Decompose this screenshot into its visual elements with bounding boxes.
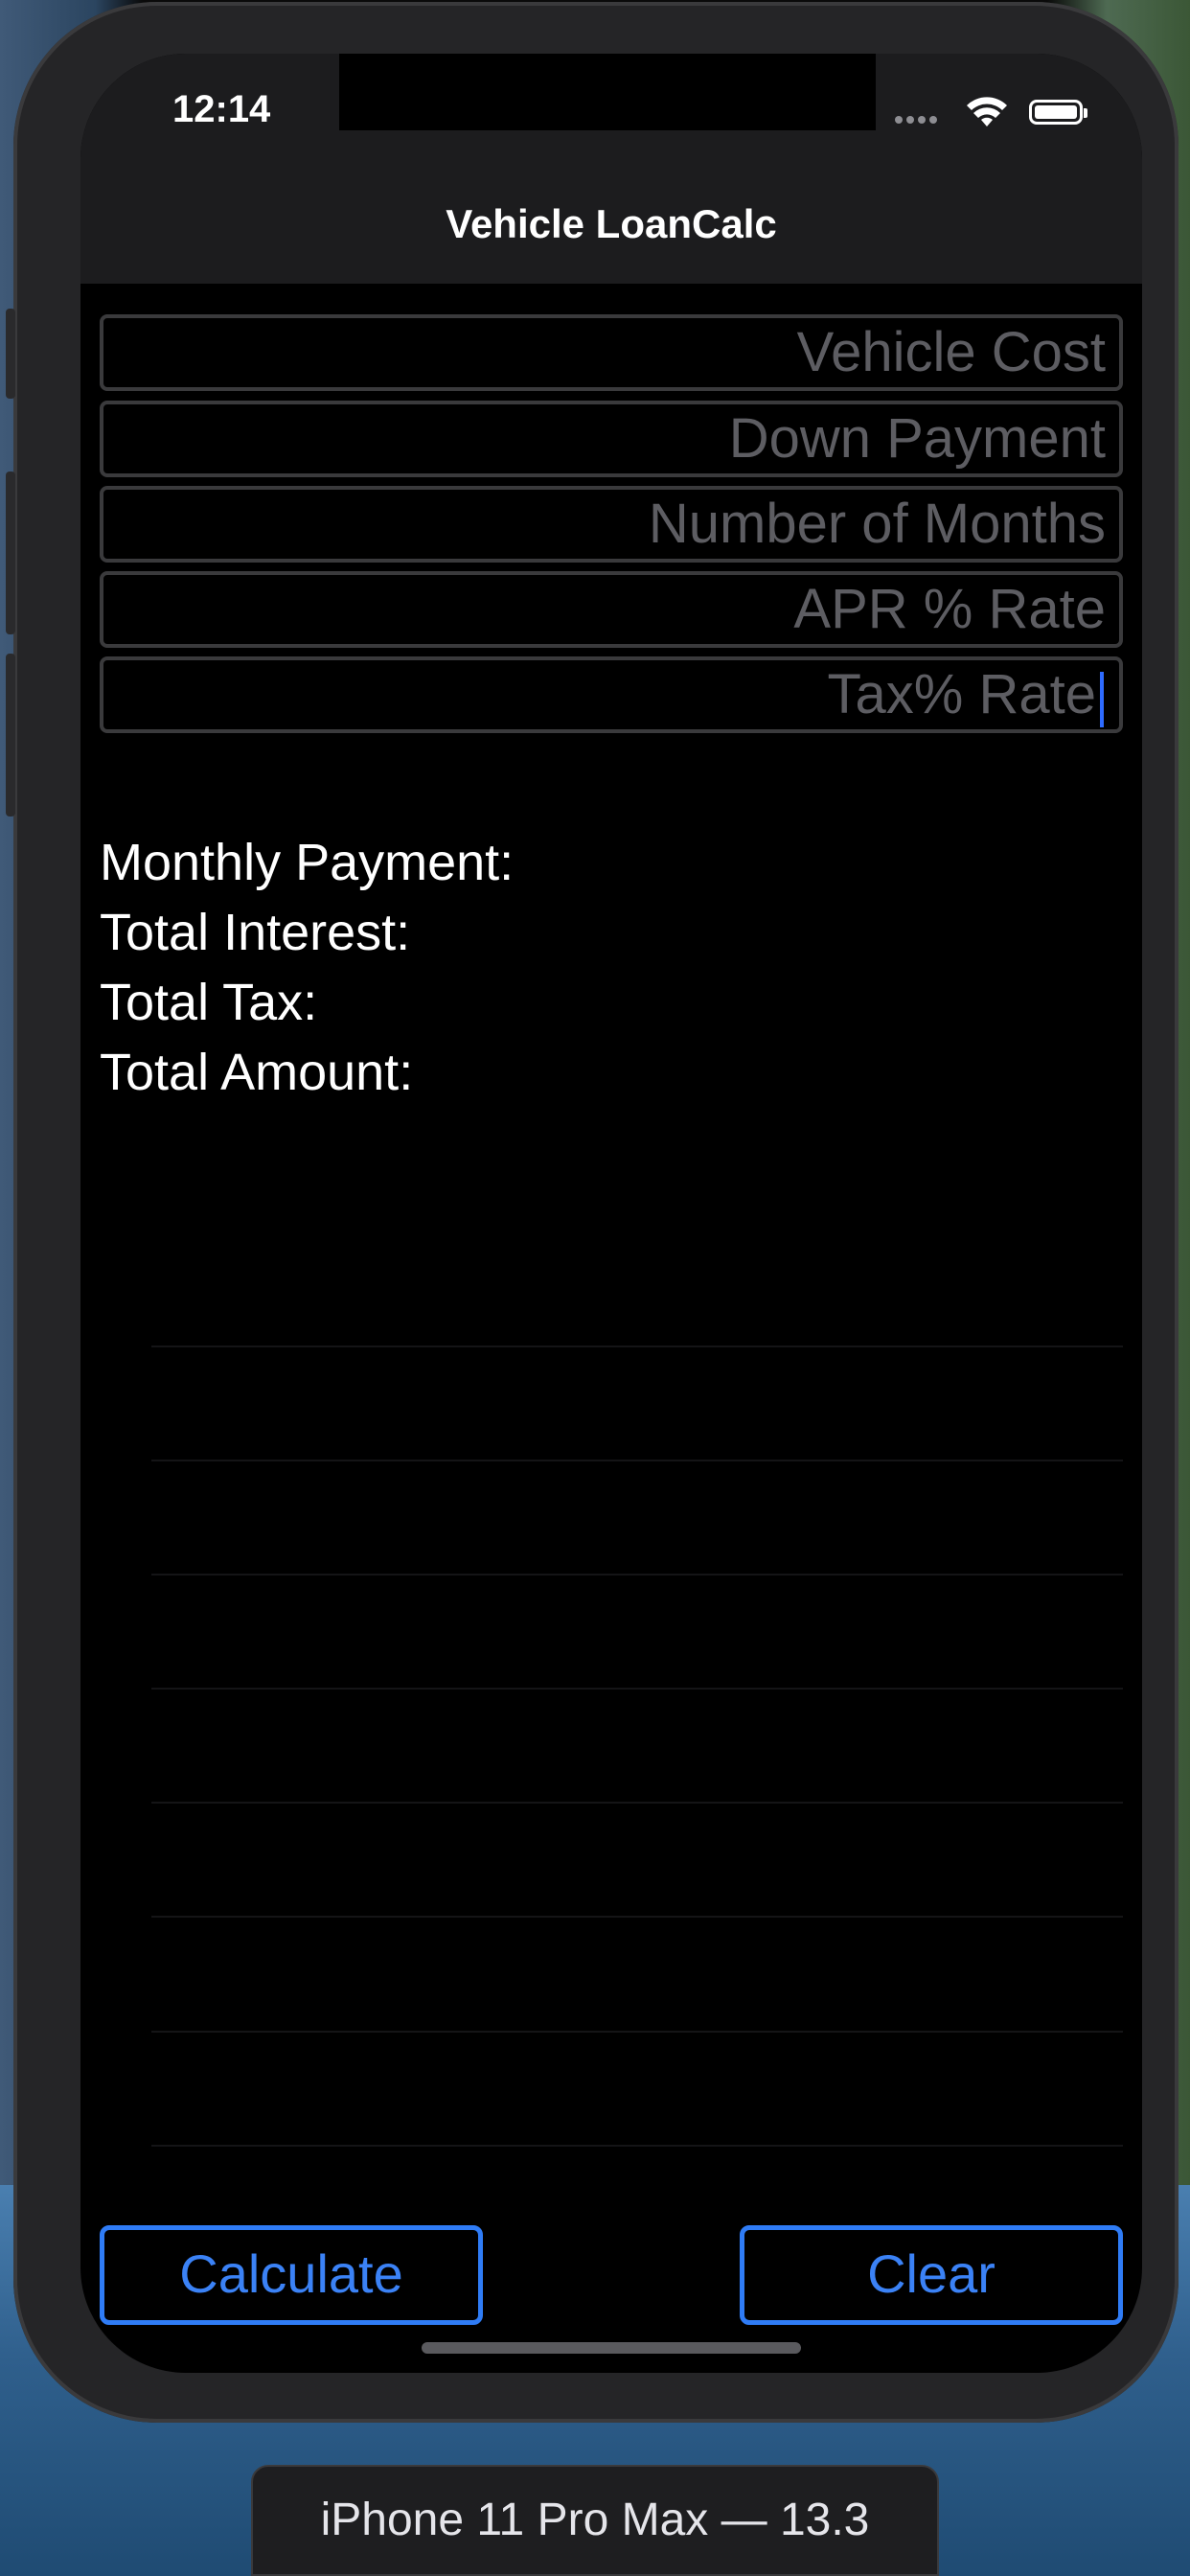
app-screen: 12:14 Vehicle LoanCalc Vehicle Cost Down… [80, 54, 1142, 2373]
volume-down-button [6, 654, 15, 816]
notch [339, 54, 876, 130]
table-separator [151, 2031, 1123, 2033]
ringer-switch [6, 309, 15, 399]
number-of-months-field[interactable]: Number of Months [100, 486, 1123, 563]
wifi-icon [967, 97, 1007, 126]
number-of-months-placeholder: Number of Months [648, 493, 1106, 555]
page-title: Vehicle LoanCalc [446, 201, 777, 246]
cellular-signal-icon [891, 111, 937, 128]
table-separator [151, 2145, 1123, 2147]
tax-rate-field[interactable]: Tax% Rate [100, 656, 1123, 733]
total-tax-label: Total Tax: [100, 974, 318, 1031]
phone-frame: 12:14 Vehicle LoanCalc Vehicle Cost Down… [6, 2, 1179, 2423]
tax-rate-placeholder: Tax% Rate [827, 663, 1096, 725]
battery-icon [1029, 100, 1087, 125]
table-separator [151, 1574, 1123, 1576]
total-interest-label: Total Interest: [100, 904, 411, 961]
total-amount-label: Total Amount: [100, 1044, 414, 1101]
navigation-bar: 12:14 Vehicle LoanCalc [80, 54, 1142, 284]
home-indicator[interactable] [422, 2342, 801, 2354]
monthly-payment-label: Monthly Payment: [100, 834, 515, 891]
table-separator [151, 1802, 1123, 1804]
apr-rate-placeholder: APR % Rate [793, 578, 1106, 640]
table-separator [151, 1688, 1123, 1690]
status-time: 12:14 [172, 88, 271, 130]
table-separator [151, 1346, 1123, 1347]
table-separator [151, 1460, 1123, 1461]
down-payment-field[interactable]: Down Payment [100, 401, 1123, 477]
down-payment-placeholder: Down Payment [728, 407, 1106, 470]
text-cursor [1100, 672, 1104, 727]
clear-button[interactable]: Clear [740, 2225, 1123, 2325]
vehicle-cost-field[interactable]: Vehicle Cost [100, 314, 1123, 391]
simulator-device-label: iPhone 11 Pro Max — 13.3 [251, 2465, 939, 2576]
table-separator [151, 1916, 1123, 1918]
vehicle-cost-placeholder: Vehicle Cost [796, 321, 1106, 383]
calculate-button[interactable]: Calculate [100, 2225, 483, 2325]
apr-rate-field[interactable]: APR % Rate [100, 571, 1123, 648]
volume-up-button [6, 472, 15, 634]
